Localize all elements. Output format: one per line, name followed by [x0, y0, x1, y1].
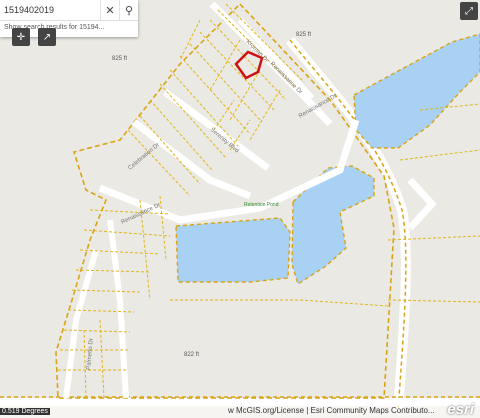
scale-label: 0.519 Degrees — [0, 408, 50, 415]
esri-logo: esri — [447, 401, 474, 418]
water-label: Retention Pond — [244, 202, 279, 208]
elevation-label: 825 ft — [296, 32, 311, 38]
attribution-text: w McGIS.org/License | Esri Community Map… — [228, 406, 435, 415]
expand-icon[interactable]: ⤢ — [460, 2, 478, 20]
chevron-right-icon[interactable] — [404, 176, 438, 232]
search-row: ✕ ⚲ — [0, 0, 138, 21]
close-icon[interactable]: ✕ — [100, 0, 119, 20]
search-icon[interactable]: ⚲ — [119, 0, 138, 20]
elevation-label: 822 ft — [184, 352, 199, 358]
elevation-label: 825 ft — [112, 56, 127, 62]
crosshair-icon[interactable]: ✛ — [12, 28, 30, 46]
measure-icon[interactable]: ↗ — [38, 28, 56, 46]
attribution-bar: w McGIS.org/License | Esri Community Map… — [0, 404, 480, 418]
search-input[interactable] — [0, 1, 100, 19]
